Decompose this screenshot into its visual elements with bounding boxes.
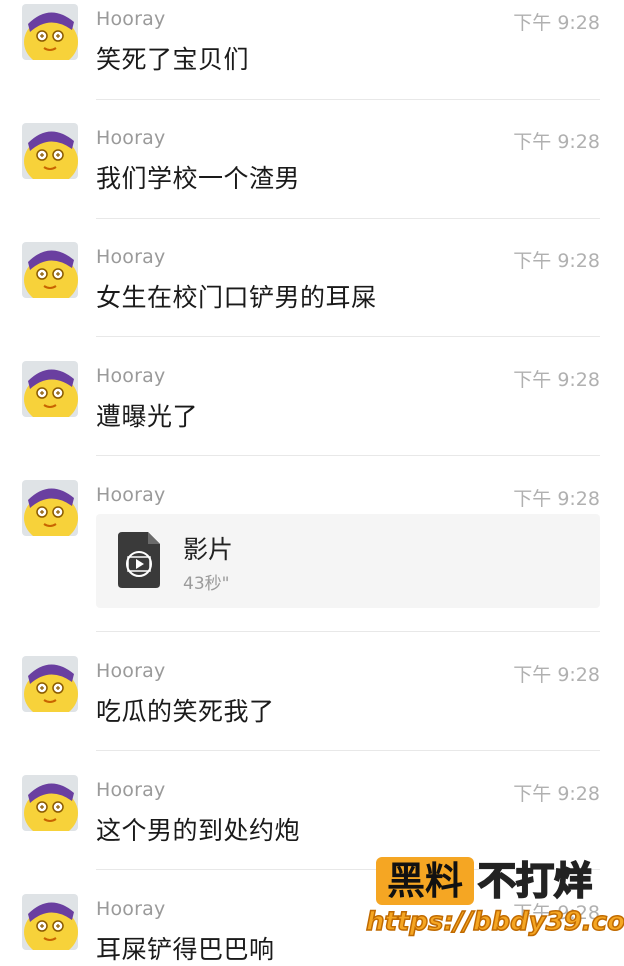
sender-name: Hooray bbox=[96, 8, 166, 30]
avatar-image bbox=[22, 242, 78, 298]
sender-name: Hooray bbox=[96, 779, 166, 801]
avatar[interactable] bbox=[22, 361, 78, 417]
video-file-icon bbox=[118, 532, 160, 588]
divider bbox=[96, 631, 600, 632]
watermark-logo: 黑料 不打烊 https://bbdy39.com bbox=[365, 857, 624, 943]
message-text: 遭曝光了 bbox=[96, 402, 199, 431]
avatar-image bbox=[22, 894, 78, 950]
divider bbox=[96, 336, 600, 337]
sender-name: Hooray bbox=[96, 898, 166, 920]
message-text: 这个男的到处约炮 bbox=[96, 816, 301, 845]
divider bbox=[96, 218, 600, 219]
sender-name: Hooray bbox=[96, 484, 166, 506]
avatar-image bbox=[22, 775, 78, 831]
avatar[interactable] bbox=[22, 656, 78, 712]
watermark-url: https://bbdy39.com bbox=[365, 906, 624, 938]
avatar-image bbox=[22, 123, 78, 179]
avatar-image bbox=[22, 361, 78, 417]
avatar-image bbox=[22, 480, 78, 536]
divider bbox=[96, 99, 600, 100]
message-text: 女生在校门口铲男的耳屎 bbox=[96, 283, 377, 312]
sender-name: Hooray bbox=[96, 660, 166, 682]
avatar[interactable] bbox=[22, 4, 78, 60]
avatar-image bbox=[22, 4, 78, 60]
message-time: 下午 9:28 bbox=[513, 12, 600, 34]
message-text: 耳屎铲得巴巴响 bbox=[96, 935, 275, 964]
divider bbox=[96, 455, 600, 456]
video-attachment-card[interactable]: 影片 43秒" bbox=[96, 514, 600, 608]
message-time: 下午 9:28 bbox=[513, 783, 600, 805]
sender-name: Hooray bbox=[96, 365, 166, 387]
message-text: 我们学校一个渣男 bbox=[96, 164, 301, 193]
sender-name: Hooray bbox=[96, 246, 166, 268]
video-title: 影片 bbox=[183, 535, 234, 564]
message-time: 下午 9:28 bbox=[513, 369, 600, 391]
avatar-image bbox=[22, 656, 78, 712]
watermark-title: 不打烊 bbox=[477, 858, 593, 904]
message-time: 下午 9:28 bbox=[513, 250, 600, 272]
message-text: 笑死了宝贝们 bbox=[96, 45, 250, 74]
divider bbox=[96, 750, 600, 751]
video-duration: 43秒" bbox=[183, 574, 230, 594]
avatar[interactable] bbox=[22, 894, 78, 950]
avatar[interactable] bbox=[22, 123, 78, 179]
avatar[interactable] bbox=[22, 242, 78, 298]
message-time: 下午 9:28 bbox=[513, 131, 600, 153]
avatar[interactable] bbox=[22, 480, 78, 536]
sender-name: Hooray bbox=[96, 127, 166, 149]
watermark-badge-text: 黑料 bbox=[386, 859, 463, 903]
avatar[interactable] bbox=[22, 775, 78, 831]
message-time: 下午 9:28 bbox=[513, 664, 600, 686]
message-time: 下午 9:28 bbox=[513, 488, 600, 510]
message-text: 吃瓜的笑死我了 bbox=[96, 697, 275, 726]
